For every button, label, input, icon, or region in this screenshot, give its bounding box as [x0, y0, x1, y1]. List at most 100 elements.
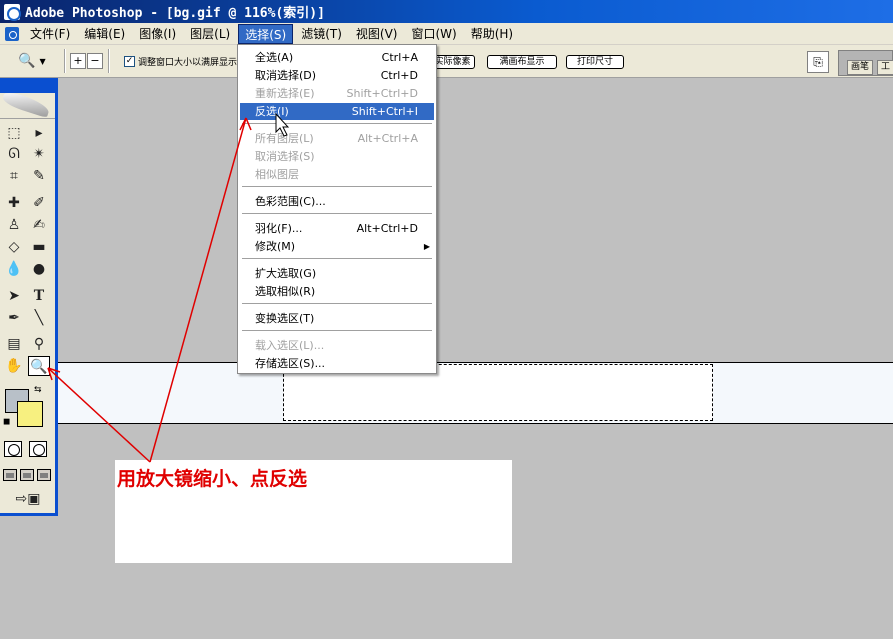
- print-size-button[interactable]: 打印尺寸: [566, 55, 624, 69]
- slice-icon[interactable]: ✎: [28, 166, 50, 186]
- select-menu-dropdown: 全选(A) Ctrl+A 取消选择(D) Ctrl+D 重新选择(E) Shif…: [237, 44, 437, 374]
- full-screen-icon[interactable]: [37, 469, 51, 481]
- dropdown-arrow-icon: ▼: [39, 56, 46, 66]
- menu-item-shortcut: Shift+Ctrl+I: [351, 105, 418, 118]
- menu-item-all-layers[interactable]: 所有图层(L) Alt+Ctrl+A: [240, 130, 434, 147]
- menu-item-label: 取消选择(S): [255, 150, 315, 163]
- file-browser-icon[interactable]: ⎘: [807, 51, 829, 73]
- clone-stamp-icon[interactable]: ♙: [3, 215, 25, 235]
- menu-item-deselect[interactable]: 取消选择(D) Ctrl+D: [240, 67, 434, 84]
- menu-image[interactable]: 图像(I): [133, 24, 182, 44]
- menu-item-modify[interactable]: 修改(M) ▶: [240, 238, 434, 255]
- history-brush-icon[interactable]: ✍: [28, 215, 50, 235]
- menu-separator: [242, 213, 432, 214]
- blur-icon[interactable]: 💧: [3, 259, 25, 279]
- menu-item-load-selection[interactable]: 载入选区(L)...: [240, 337, 434, 354]
- menu-bar: 文件(F) 编辑(E) 图像(I) 图层(L) 选择(S) 滤镜(T) 视图(V…: [0, 23, 893, 45]
- menu-separator: [242, 303, 432, 304]
- gradient-icon[interactable]: ▬: [28, 237, 50, 257]
- menu-item-shortcut: Shift+Ctrl+D: [346, 87, 418, 100]
- dodge-icon[interactable]: ●: [28, 259, 50, 279]
- tool-preset-picker[interactable]: 🔍 ▼: [18, 49, 60, 73]
- standard-mode-icon[interactable]: [4, 441, 22, 457]
- menu-separator: [242, 186, 432, 187]
- toolbox-panel: ⬚ ▸ ᘏ ✴ ⌗ ✎ ✚ ✐ ♙ ✍ ◇ ▬ 💧 ● ➤ T ✒ ╲ ▤ ⚲ …: [0, 78, 58, 516]
- type-icon[interactable]: T: [28, 286, 50, 306]
- swap-colors-icon[interactable]: ⇆: [34, 385, 42, 395]
- path-selection-icon[interactable]: ➤: [3, 286, 25, 306]
- magic-wand-icon[interactable]: ✴: [28, 144, 50, 164]
- default-colors-icon[interactable]: ◼: [3, 417, 10, 427]
- crop-icon[interactable]: ⌗: [3, 166, 25, 186]
- menu-separator: [242, 258, 432, 259]
- annotation-box: 用放大镜缩小、点反选: [115, 460, 512, 563]
- notes-icon[interactable]: ▤: [3, 334, 25, 354]
- window-title: Adobe Photoshop - [bg.gif @ 116%(索引)]: [25, 6, 325, 21]
- menu-item-label: 反选(I): [255, 105, 289, 118]
- menu-item-shortcut: Ctrl+A: [381, 51, 418, 64]
- menu-item-label: 羽化(F)...: [255, 222, 303, 235]
- menu-item-label: 扩大选取(G): [255, 267, 317, 280]
- menu-item-label: 取消选择(D): [255, 69, 317, 82]
- menu-select[interactable]: 选择(S): [238, 23, 294, 44]
- menu-filter[interactable]: 滤镜(T): [295, 24, 348, 44]
- eyedropper-icon[interactable]: ⚲: [28, 334, 50, 354]
- photoshop-app-icon[interactable]: [4, 3, 21, 21]
- menu-window[interactable]: 窗口(W): [405, 24, 462, 44]
- menu-item-label: 全选(A): [255, 51, 294, 64]
- menu-separator: [242, 330, 432, 331]
- standard-screen-icon[interactable]: [3, 469, 17, 481]
- menu-layer[interactable]: 图层(L): [184, 24, 236, 44]
- menu-item-label: 色彩范围(C)...: [255, 195, 326, 208]
- toolbox-header[interactable]: [0, 81, 55, 93]
- menu-item-inverse[interactable]: 反选(I) Shift+Ctrl+I: [240, 103, 434, 120]
- palette-tab-tools[interactable]: 工: [877, 60, 893, 75]
- menu-item-similar[interactable]: 选取相似(R): [240, 283, 434, 300]
- rect-marquee-icon[interactable]: ⬚: [3, 123, 25, 143]
- menu-item-save-selection[interactable]: 存储选区(S)...: [240, 355, 434, 372]
- menu-item-similar-layers[interactable]: 相似图层: [240, 166, 434, 183]
- menu-item-label: 载入选区(L)...: [255, 339, 325, 352]
- zoom-in-icon[interactable]: +: [70, 53, 86, 69]
- fit-on-screen-button[interactable]: 满画布显示: [487, 55, 557, 69]
- hand-icon[interactable]: ✋: [3, 356, 25, 376]
- menu-help[interactable]: 帮助(H): [465, 24, 519, 44]
- healing-brush-icon[interactable]: ✚: [3, 193, 25, 213]
- brush-icon[interactable]: ✐: [28, 193, 50, 213]
- menu-item-shortcut: Alt+Ctrl+D: [356, 222, 418, 235]
- menu-item-deselect-layers[interactable]: 取消选择(S): [240, 148, 434, 165]
- background-color-swatch[interactable]: [17, 401, 43, 427]
- menu-item-grow[interactable]: 扩大选取(G): [240, 265, 434, 282]
- menu-separator: [242, 123, 432, 124]
- menu-item-shortcut: Alt+Ctrl+A: [357, 132, 418, 145]
- divider: [108, 49, 110, 73]
- divider: [64, 49, 66, 73]
- eraser-icon[interactable]: ◇: [3, 237, 25, 257]
- pen-icon[interactable]: ✒: [3, 308, 25, 328]
- move-icon[interactable]: ▸: [28, 123, 50, 143]
- menu-item-color-range[interactable]: 色彩范围(C)...: [240, 193, 434, 210]
- menu-item-transform-selection[interactable]: 变换选区(T): [240, 310, 434, 327]
- menu-item-label: 变换选区(T): [255, 312, 315, 325]
- zoom-icon: 🔍: [18, 53, 36, 69]
- menu-item-label: 重新选择(E): [255, 87, 315, 100]
- menu-file[interactable]: 文件(F): [24, 24, 76, 44]
- menu-item-feather[interactable]: 羽化(F)... Alt+Ctrl+D: [240, 220, 434, 237]
- document-icon[interactable]: [4, 26, 20, 42]
- line-icon[interactable]: ╲: [28, 308, 50, 328]
- feather-logo-icon[interactable]: [0, 93, 55, 119]
- menu-item-reselect[interactable]: 重新选择(E) Shift+Ctrl+D: [240, 85, 434, 102]
- jump-to-imageready-icon[interactable]: ⇨▣: [3, 489, 53, 509]
- menu-item-select-all[interactable]: 全选(A) Ctrl+A: [240, 49, 434, 66]
- full-screen-menu-icon[interactable]: [20, 469, 34, 481]
- quick-mask-icon[interactable]: [29, 441, 47, 457]
- resize-window-checkbox[interactable]: ✓: [124, 55, 135, 67]
- resize-window-label: 调整窗口大小以满屏显示: [138, 57, 238, 68]
- lasso-icon[interactable]: ᘏ: [3, 144, 25, 164]
- zoom-out-icon[interactable]: −: [87, 53, 103, 69]
- menu-item-label: 所有图层(L): [255, 132, 314, 145]
- menu-view[interactable]: 视图(V): [350, 24, 404, 44]
- palette-tab-brushes[interactable]: 画笔: [847, 60, 874, 75]
- menu-edit[interactable]: 编辑(E): [78, 24, 131, 44]
- zoom-tool-icon[interactable]: 🔍: [28, 356, 50, 376]
